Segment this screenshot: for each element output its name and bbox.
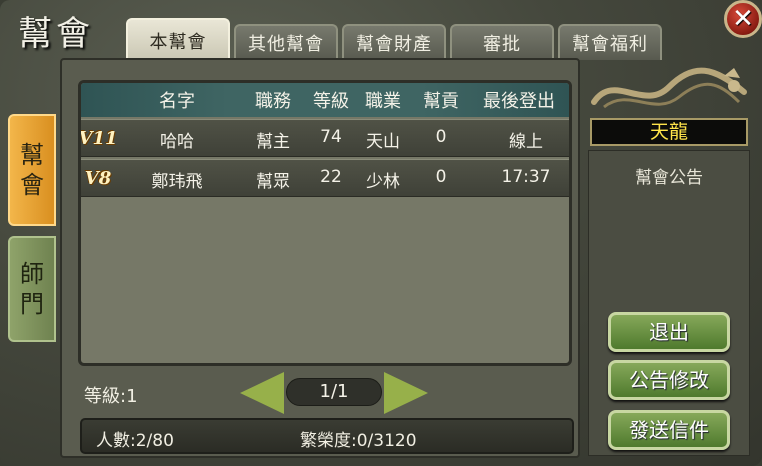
member-name: 鄭玮飛	[151, 172, 203, 192]
header-class: 職業	[365, 91, 401, 112]
edit-notice-button[interactable]: 公告修改	[608, 360, 730, 400]
left-arrow-icon[interactable]	[240, 372, 284, 414]
side-tab-master-label: 師 門	[20, 260, 44, 318]
header-last-logout: 最後登出	[483, 91, 555, 112]
guild-name: 天龍	[590, 118, 748, 146]
page-indicator: 1/1	[286, 378, 382, 406]
guild-level: 等級:1	[84, 386, 138, 407]
member-list-header: 名字 職務 等級 職業 幫貢 最後登出	[81, 83, 569, 117]
right-arrow-icon[interactable]	[384, 372, 428, 414]
member-level: 22	[320, 167, 342, 187]
side-tab-master[interactable]: 師 門	[8, 236, 56, 342]
member-name: 哈哈	[160, 132, 194, 152]
tab-other-guilds[interactable]: 其他幫會	[234, 24, 338, 60]
send-mail-button[interactable]: 發送信件	[608, 410, 730, 450]
close-icon: ✕	[732, 4, 754, 34]
member-last-logout: 線上	[509, 132, 543, 152]
dragon-emblem-icon	[584, 62, 754, 122]
member-count: 人數:2/80	[96, 431, 174, 451]
member-list: 名字 職務 等級 職業 幫貢 最後登出 V11 哈哈 幫主 74 天山 0 線上…	[78, 80, 572, 366]
tab-own-guild[interactable]: 本幫會	[126, 18, 230, 62]
guild-status-bar: 人數:2/80 繁榮度:0/3120	[80, 418, 574, 454]
tab-guild-benefits[interactable]: 幫會福利	[558, 24, 662, 60]
header-level: 等級	[313, 91, 349, 112]
member-class: 天山	[366, 132, 400, 152]
tab-guild-assets[interactable]: 幫會財產	[342, 24, 446, 60]
window-title: 幫會	[18, 14, 94, 54]
vip-badge-icon: V8	[84, 167, 112, 189]
member-class: 少林	[366, 172, 400, 192]
member-level: 74	[320, 127, 342, 147]
header-name: 名字	[159, 91, 195, 112]
member-role: 幫眾	[256, 172, 290, 192]
exit-guild-button[interactable]: 退出	[608, 312, 730, 352]
member-last-logout: 17:37	[501, 167, 551, 187]
prosperity-value: 繁榮度:0/3120	[300, 431, 417, 451]
member-contribution: 0	[435, 167, 447, 187]
side-tab-guild-label: 幫 會	[20, 141, 44, 199]
member-role: 幫主	[256, 132, 290, 152]
table-row[interactable]: V11 哈哈 幫主 74 天山 0 線上	[81, 119, 569, 157]
guild-notice-title: 幫會公告	[635, 168, 703, 188]
tab-approval[interactable]: 審批	[450, 24, 554, 60]
header-role: 職務	[255, 91, 291, 112]
close-button[interactable]: ✕	[724, 0, 762, 38]
table-row[interactable]: V8 鄭玮飛 幫眾 22 少林 0 17:37	[81, 159, 569, 197]
side-tab-guild[interactable]: 幫 會	[8, 114, 56, 226]
header-contribution: 幫貢	[423, 91, 459, 112]
vip-badge-icon: V11	[78, 127, 118, 149]
member-contribution: 0	[435, 127, 447, 147]
